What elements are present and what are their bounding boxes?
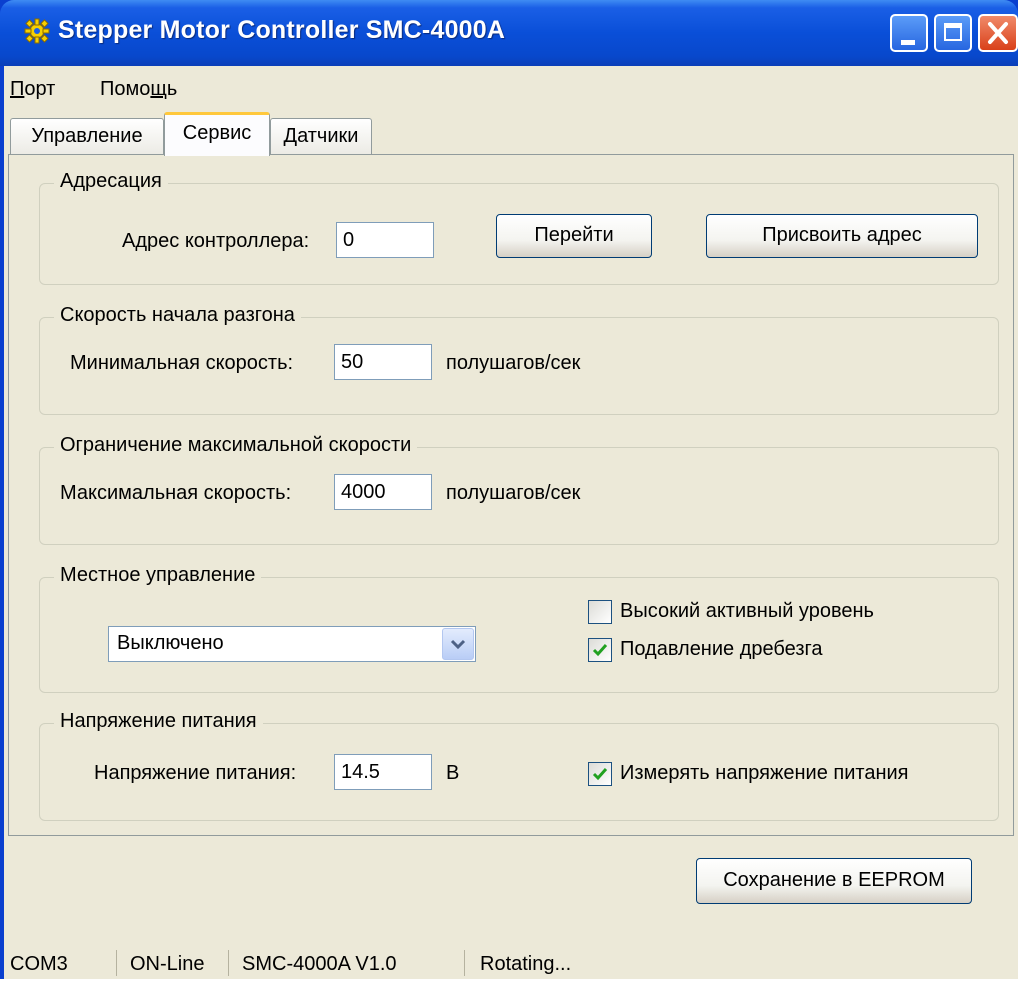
high-active-label[interactable]: Высокий активный уровень [620, 600, 874, 623]
addressing-group: Адресация Адрес контроллера: 0 Перейти П… [39, 170, 999, 285]
local-control-group: Местное управление Выключено Высокий акт… [39, 564, 999, 693]
max-speed-label: Максимальная скорость: [60, 482, 292, 504]
menu-help-label-start: Помо [100, 78, 151, 100]
min-speed-label: Минимальная скорость: [70, 352, 294, 374]
minimize-icon [901, 40, 915, 45]
gear-icon [24, 18, 50, 44]
debounce-label[interactable]: Подавление дребезга [620, 638, 822, 661]
title-bar[interactable]: Stepper Motor Controller SMC-4000A [0, 0, 1018, 66]
local-control-mode-select[interactable]: Выключено [108, 626, 476, 662]
menu-port-accel: П [10, 78, 25, 100]
local-control-legend: Местное управление [54, 564, 262, 587]
min-speed-unit: полушагов/сек [446, 352, 581, 374]
go-button[interactable]: Перейти [496, 214, 652, 258]
tab-sensors[interactable]: Датчики [270, 118, 372, 154]
minimize-button[interactable] [890, 14, 928, 52]
status-port: COM3 [10, 953, 68, 975]
close-button[interactable] [978, 14, 1018, 52]
max-speed-input[interactable]: 4000 [334, 474, 432, 510]
assign-address-button[interactable]: Присвоить адрес [706, 214, 978, 258]
status-separator [228, 950, 229, 976]
measure-voltage-label[interactable]: Измерять напряжение питания [620, 762, 909, 785]
accel-start-group: Скорость начала разгона Минимальная скор… [39, 304, 999, 415]
voltage-unit: В [446, 762, 460, 784]
menu-help-accel: щ [150, 78, 167, 100]
status-bar: COM3 ON-Line SMC-4000A V1.0 Rotating... [4, 946, 1018, 979]
client-area: Порт Помощь Управление Сервис Датчики Ад… [4, 66, 1018, 979]
status-separator [464, 950, 465, 976]
addressing-legend: Адресация [54, 170, 168, 193]
voltage-label: Напряжение питания: [94, 762, 297, 784]
service-tab-panel: Адресация Адрес контроллера: 0 Перейти П… [8, 154, 1014, 836]
min-speed-input[interactable]: 50 [334, 344, 432, 380]
tab-control[interactable]: Управление [10, 118, 164, 154]
menu-help-label-end: ь [166, 78, 178, 100]
supply-voltage-group: Напряжение питания Напряжение питания: 1… [39, 710, 999, 821]
status-connection: ON-Line [130, 953, 205, 975]
menu-port-label: орт [24, 78, 56, 100]
status-state: Rotating... [480, 953, 572, 975]
menu-port[interactable]: Порт [10, 78, 55, 101]
menu-help[interactable]: Помощь [100, 78, 177, 101]
high-active-checkbox[interactable] [588, 600, 612, 624]
tab-service[interactable]: Сервис [164, 112, 270, 156]
max-speed-group: Ограничение максимальной скорости Максим… [39, 434, 999, 545]
check-mark-icon [592, 768, 608, 781]
check-mark-icon [592, 644, 608, 657]
chevron-down-icon [450, 639, 466, 650]
address-input[interactable]: 0 [336, 222, 434, 258]
supply-voltage-legend: Напряжение питания [54, 710, 263, 733]
save-eeprom-button[interactable]: Сохранение в EEPROM [696, 858, 972, 904]
local-control-mode-value: Выключено [117, 632, 224, 654]
max-speed-legend: Ограничение максимальной скорости [54, 434, 418, 457]
measure-voltage-checkbox[interactable] [588, 762, 612, 786]
accel-start-legend: Скорость начала разгона [54, 304, 301, 327]
status-device: SMC-4000A V1.0 [242, 953, 397, 975]
maximize-icon [944, 23, 962, 41]
app-window: Stepper Motor Controller SMC-4000A Порт … [0, 0, 1018, 979]
close-icon [988, 22, 1008, 44]
maximize-button[interactable] [934, 14, 972, 52]
menu-bar: Порт Помощь [4, 66, 1018, 110]
address-label: Адрес контроллера: [122, 230, 310, 252]
window-title: Stepper Motor Controller SMC-4000A [58, 16, 506, 44]
max-speed-unit: полушагов/сек [446, 482, 581, 504]
voltage-input[interactable]: 14.5 [334, 754, 432, 790]
status-separator [116, 950, 117, 976]
debounce-checkbox[interactable] [588, 638, 612, 662]
dropdown-button[interactable] [442, 628, 474, 660]
